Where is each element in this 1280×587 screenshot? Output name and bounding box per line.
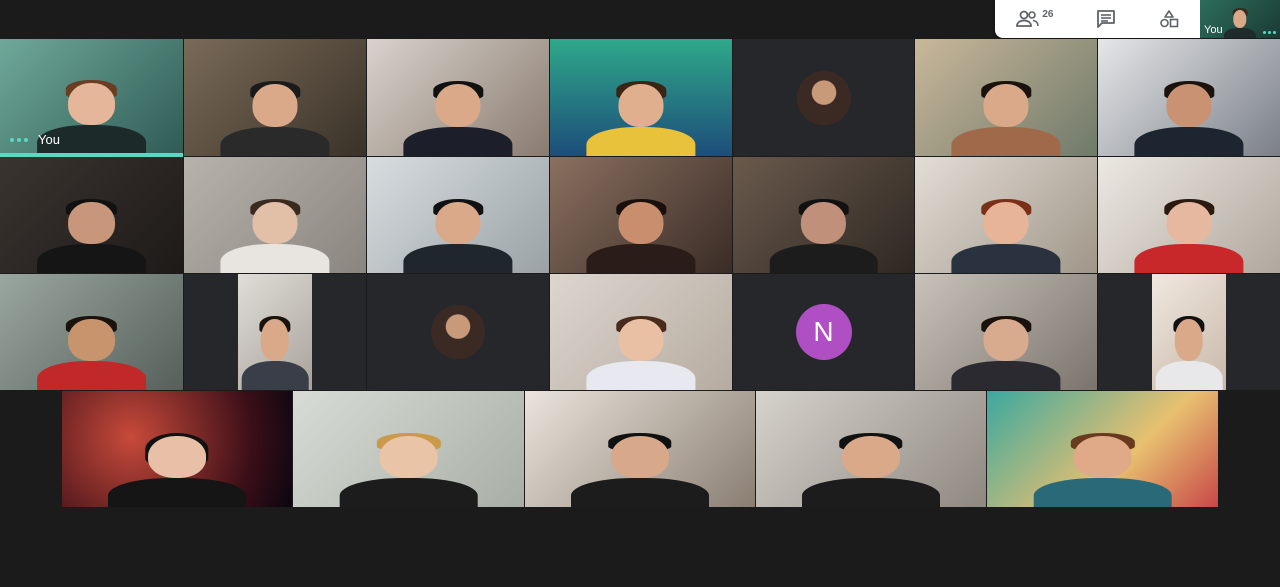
- participant-tile[interactable]: [367, 157, 549, 273]
- participant-video: [403, 80, 513, 156]
- participant-tile[interactable]: [0, 157, 183, 273]
- self-view-label: You: [1204, 24, 1223, 36]
- activities-icon: [1159, 10, 1178, 28]
- participant-video: [1134, 80, 1244, 156]
- self-tile-label: You: [38, 132, 60, 147]
- participant-video: [36, 198, 147, 273]
- participant-video: [571, 432, 709, 507]
- participant-tile[interactable]: [367, 274, 549, 390]
- participant-tile[interactable]: [915, 157, 1097, 273]
- participant-video: [769, 198, 878, 273]
- participant-tile[interactable]: [550, 39, 732, 156]
- more-options-icon[interactable]: [1263, 31, 1276, 34]
- self-video: [1224, 8, 1256, 38]
- participant-video: [1152, 274, 1226, 390]
- chat-icon: [1097, 10, 1115, 28]
- participant-video: [36, 315, 147, 390]
- participant-tile[interactable]: [550, 157, 732, 273]
- participant-tile[interactable]: [1098, 39, 1280, 156]
- participants-button[interactable]: 26: [1016, 9, 1053, 29]
- participant-video: [238, 274, 312, 390]
- participant-video: [586, 198, 696, 273]
- participant-tile[interactable]: [733, 39, 914, 156]
- participant-tile[interactable]: [1098, 274, 1280, 390]
- participant-tile[interactable]: [62, 391, 292, 507]
- participant-video: [586, 80, 696, 156]
- participant-video: [951, 198, 1061, 273]
- participant-video: [1033, 432, 1172, 507]
- participant-video: [802, 432, 940, 507]
- participant-tile[interactable]: [0, 274, 183, 390]
- participant-tile[interactable]: [915, 274, 1097, 390]
- participant-video: [108, 432, 246, 507]
- meeting-toolbar: 26: [995, 0, 1200, 38]
- participant-tile[interactable]: [184, 274, 366, 390]
- participant-video: [951, 315, 1061, 390]
- people-icon: [1016, 10, 1040, 27]
- chat-button[interactable]: [1096, 9, 1116, 29]
- participant-video: [220, 198, 330, 273]
- participant-count: 26: [1042, 8, 1054, 20]
- participant-tile[interactable]: [184, 157, 366, 273]
- more-options-icon[interactable]: [10, 138, 28, 142]
- self-view-thumbnail[interactable]: You: [1200, 0, 1280, 38]
- participant-tile[interactable]: [525, 391, 755, 507]
- participant-video: [403, 198, 513, 273]
- participant-video: [586, 315, 696, 390]
- participant-tile[interactable]: [367, 39, 549, 156]
- participant-tile[interactable]: [756, 391, 986, 507]
- participant-tile-self[interactable]: You: [0, 39, 183, 157]
- participant-video: [951, 80, 1061, 156]
- participant-avatar: [431, 305, 485, 359]
- participant-tile[interactable]: [1098, 157, 1280, 273]
- participant-tile[interactable]: [915, 39, 1097, 156]
- activities-button[interactable]: [1159, 9, 1179, 29]
- participant-video: [220, 80, 330, 156]
- participant-video: [1134, 198, 1244, 273]
- participant-tile[interactable]: [184, 39, 366, 156]
- participant-tile[interactable]: [550, 274, 732, 390]
- participant-tile[interactable]: N: [733, 274, 914, 390]
- participant-initial-avatar: N: [795, 304, 852, 360]
- participant-avatar: [796, 70, 851, 125]
- participant-tile[interactable]: [987, 391, 1218, 507]
- participant-tile[interactable]: [293, 391, 524, 507]
- participant-tile[interactable]: [733, 157, 914, 273]
- participant-video: [339, 432, 478, 507]
